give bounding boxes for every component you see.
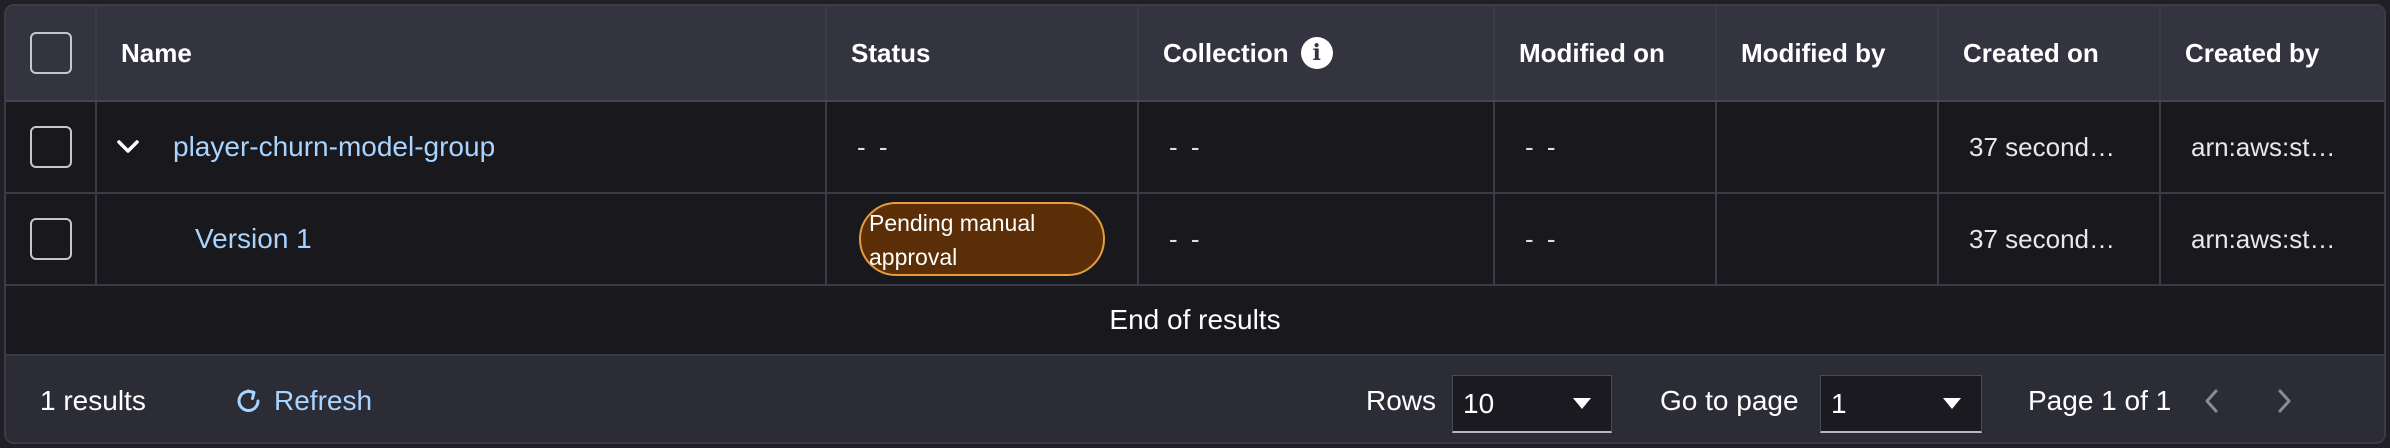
created-by-cell: arn:aws:sts::assumed-role (2161, 102, 2384, 192)
column-collection-label: Collection (1163, 37, 1289, 68)
status-value: - - (857, 131, 891, 162)
created-on-cell: 37 seconds ago (1939, 102, 2161, 192)
row-checkbox[interactable] (29, 218, 72, 260)
row-select-cell (6, 194, 97, 284)
created-by-cell: arn:aws:sts::assumed-role (2161, 194, 2384, 284)
chevron-left-icon[interactable] (2202, 356, 2220, 442)
status-cell: Pending manual approval (827, 194, 1139, 284)
column-created-by-label: Created by (2185, 37, 2320, 68)
goto-page-label: Go to page (1660, 385, 1799, 416)
model-group-link[interactable]: player-churn-model-group (173, 131, 495, 163)
chevron-right-icon[interactable] (2276, 356, 2294, 442)
status-badge-line-2: approval (869, 244, 958, 270)
column-modified-by-label: Modified by (1741, 37, 1886, 68)
column-header-status[interactable]: Status (827, 6, 1139, 100)
model-registry-table: Name Status Collection i Modified on Mod… (4, 4, 2386, 444)
modified-on-cell: - - (1495, 102, 1717, 192)
goto-page-select[interactable]: 1 (1820, 375, 1982, 433)
column-header-modified-by[interactable]: Modified by (1717, 6, 1939, 100)
column-header-name[interactable]: Name (97, 6, 827, 100)
table-row: player-churn-model-group - - - - - - 37 … (6, 102, 2384, 194)
table-row: Version 1 Pending manual approval - - - … (6, 194, 2384, 286)
column-modified-on-label: Modified on (1519, 37, 1665, 68)
row-select-cell (6, 102, 97, 192)
name-cell: Version 1 (97, 194, 827, 284)
column-status-label: Status (851, 37, 931, 68)
status-badge-line-1: Pending manual (869, 210, 1036, 236)
column-name-label: Name (121, 37, 192, 68)
page-info: Page 1 of 1 (2028, 385, 2172, 416)
table-header: Name Status Collection i Modified on Mod… (6, 6, 2384, 102)
modified-by-cell (1717, 194, 1939, 284)
caret-down-icon (1573, 398, 1591, 409)
rows-label: Rows (1366, 385, 1437, 416)
modified-on-cell: - - (1495, 194, 1717, 284)
info-icon[interactable]: i (1300, 37, 1333, 69)
status-cell: - - (827, 102, 1139, 192)
end-of-results: End of results (6, 286, 2384, 356)
created-on-value: 37 seconds ago (1969, 131, 2119, 162)
rows-per-page-select[interactable]: 10 (1452, 375, 1612, 433)
rows-per-page-value: 10 (1463, 387, 1495, 419)
column-header-created-by[interactable]: Created by (2161, 6, 2384, 100)
collection-cell: - - (1139, 102, 1495, 192)
select-all-checkbox[interactable] (29, 32, 72, 74)
created-on-value: 37 seconds ago (1969, 223, 2119, 254)
created-on-cell: 37 seconds ago (1939, 194, 2161, 284)
created-by-value: arn:aws:sts::assumed-role (2191, 223, 2341, 254)
refresh-button[interactable]: Refresh (234, 356, 373, 442)
goto-page-value: 1 (1831, 387, 1847, 419)
end-of-results-text: End of results (1109, 304, 1281, 335)
column-header-collection[interactable]: Collection i (1139, 6, 1495, 100)
modified-on-value: - - (1525, 131, 1559, 162)
refresh-label: Refresh (274, 385, 373, 416)
modified-by-cell (1717, 102, 1939, 192)
column-header-modified-on[interactable]: Modified on (1495, 6, 1717, 100)
collection-value: - - (1169, 131, 1203, 162)
collection-cell: - - (1139, 194, 1495, 284)
name-cell: player-churn-model-group (97, 102, 827, 192)
created-by-value: arn:aws:sts::assumed-role (2191, 131, 2341, 162)
column-header-created-on[interactable]: Created on (1939, 6, 2161, 100)
version-link[interactable]: Version 1 (195, 223, 312, 255)
column-created-on-label: Created on (1963, 37, 2099, 68)
caret-down-icon (1943, 398, 1961, 409)
collection-value: - - (1169, 223, 1203, 254)
header-select-cell (6, 6, 97, 100)
modified-on-value: - - (1525, 223, 1559, 254)
results-count: 1 results (40, 385, 146, 416)
status-badge: Pending manual approval (859, 202, 1105, 276)
row-checkbox[interactable] (29, 126, 72, 168)
refresh-icon (234, 386, 264, 416)
table-footer: 1 results Refresh Rows 10 Go to page 1 P… (6, 356, 2384, 442)
chevron-down-icon[interactable] (113, 132, 143, 162)
